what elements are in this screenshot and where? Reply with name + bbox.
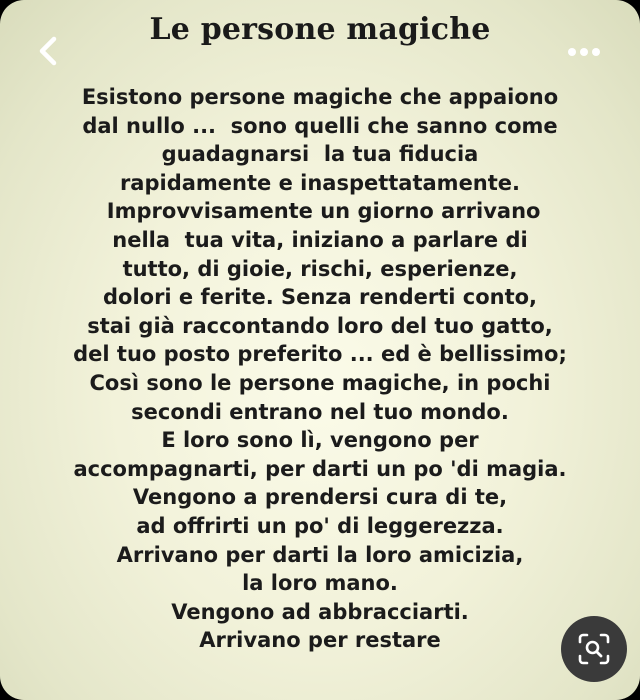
poem-line: del tuo posto preferito ... ed è belliss… <box>73 342 567 367</box>
poem-line: E loro sono lì, vengono per <box>161 428 479 453</box>
poem-line: guadagnarsi la tua fiducia <box>161 142 479 167</box>
poem-line: Così sono le persone magiche, in pochi <box>89 370 551 395</box>
poem-line: Vengono a prendersi cura di te, <box>132 485 508 510</box>
image-title: Le persone magiche <box>149 12 491 47</box>
poem-line: rapidamente e inaspettatamente. <box>119 170 521 195</box>
visual-search-button[interactable] <box>561 616 627 682</box>
pin-image-card: Le persone magiche Esistono persone magi… <box>0 0 640 700</box>
poem-line: Improvvisamente un giorno arrivano <box>99 199 541 224</box>
poem-line: Esistono persone magiche che appaiono <box>81 85 559 109</box>
lens-search-icon <box>578 633 610 665</box>
poem-line: Vengono ad abbracciarti. <box>171 599 469 624</box>
poem-text: Esistono persone magiche che appaiono da… <box>0 83 640 655</box>
poem-line: Arrivano per restare <box>199 628 441 653</box>
poem-line: dolori e ferite. Senza renderti conto, <box>102 285 538 310</box>
poem-line: stai già raccontando loro del tuo gatto, <box>87 313 553 338</box>
poem-line: secondi entrano nel tuo mondo. <box>131 399 509 424</box>
poem-line: nella tua vita, iniziano a parlare di <box>112 227 528 252</box>
poem-line: ad offrirti un po' di leggerezza. <box>136 513 504 538</box>
poem-line: tutto, di gioie, rischi, esperienze, <box>122 256 518 281</box>
poem-line: Arrivano per darti la loro amicizia, <box>116 542 524 567</box>
poem-line: accompagnarti, per darti un po 'di magia… <box>73 456 567 481</box>
poem-line: dal nullo ... sono quelli che sanno come <box>82 113 558 138</box>
poem-line: la loro mano. <box>242 571 398 596</box>
